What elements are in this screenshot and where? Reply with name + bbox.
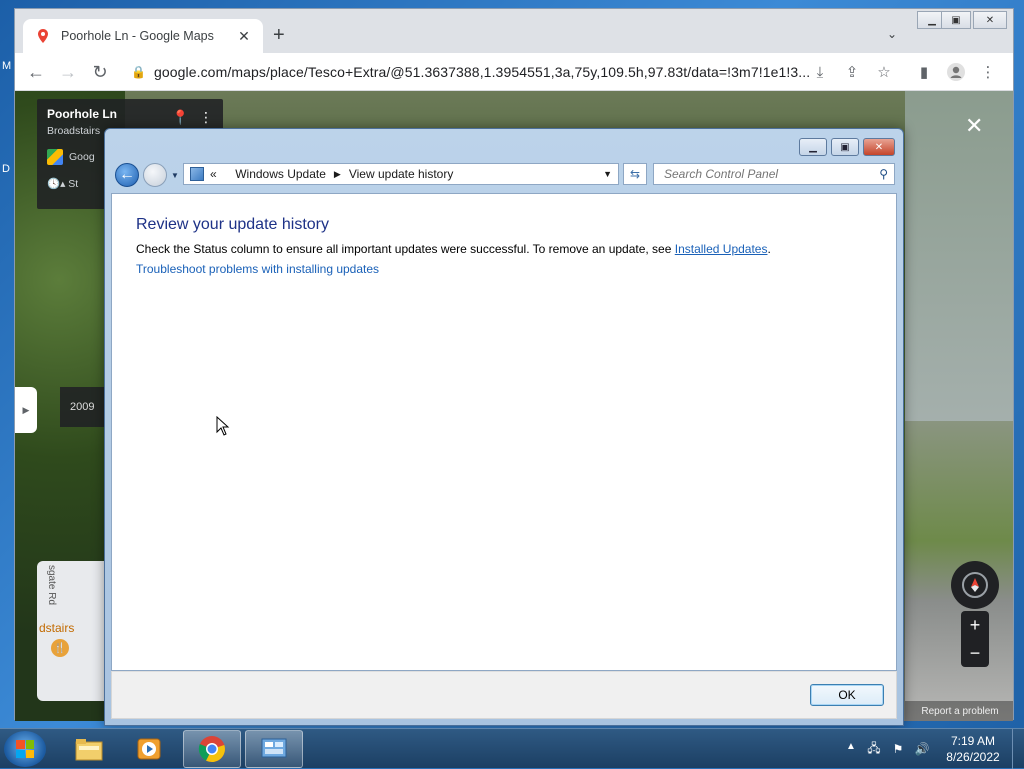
minimap-road-label: sgate Rd — [46, 565, 57, 606]
forward-arrow-icon[interactable]: → — [57, 61, 79, 83]
expand-panel-button[interactable]: ▶ — [15, 387, 37, 433]
media-player-icon — [137, 738, 161, 760]
clock-time: 7:19 AM — [950, 734, 996, 748]
breadcrumb-windows-update[interactable]: Windows Update — [235, 167, 326, 181]
folder-icon — [75, 739, 103, 761]
network-icon[interactable]: 🖧 — [866, 741, 882, 757]
show-hidden-icons-icon[interactable]: ▲ — [846, 741, 856, 752]
menu-kebab-icon[interactable]: ⋮ — [977, 61, 999, 83]
address-bar[interactable]: 🔒 google.com/maps/place/Tesco+Extra/@51.… — [123, 58, 913, 86]
address-dropdown-icon[interactable]: ▼ — [603, 169, 612, 179]
chrome-taskbar-button[interactable] — [183, 730, 241, 768]
system-clock[interactable]: 7:19 AM 8/26/2022 — [940, 733, 1006, 765]
back-arrow-icon[interactable]: ← — [25, 61, 47, 83]
compass-icon[interactable] — [951, 561, 999, 609]
mouse-cursor-icon — [216, 416, 230, 436]
location-pin-icon[interactable]: 📍 — [172, 109, 189, 126]
side-panel-icon[interactable]: ▮ — [913, 61, 935, 83]
search-input[interactable] — [662, 166, 862, 182]
tab-search-chevron-icon[interactable]: ⌄ — [887, 27, 897, 41]
chrome-icon — [198, 736, 225, 763]
google-maps-pin-icon — [38, 29, 48, 43]
new-tab-button[interactable]: + — [273, 25, 285, 45]
tab-google-maps[interactable]: Poorhole Ln - Google Maps ✕ — [23, 19, 263, 53]
lock-icon: 🔒 — [131, 65, 146, 79]
control-panel-taskbar-button[interactable] — [245, 730, 303, 768]
install-app-icon[interactable]: ⤓ — [809, 61, 831, 83]
report-problem-link[interactable]: Report a problem — [905, 701, 1013, 721]
taskbar: ▲ 🖧 ⚑ 🔊 7:19 AM 8/26/2022 — [0, 728, 1024, 769]
description: Check the Status column to ensure all im… — [136, 242, 771, 256]
zoom-controls: + − — [961, 611, 989, 667]
wu-maximize-button[interactable]: ▣ — [831, 138, 859, 156]
breadcrumb[interactable]: « Windows Update ▶ View update history ▼ — [183, 163, 619, 185]
url-text[interactable]: google.com/maps/place/Tesco+Extra/@51.36… — [154, 64, 810, 80]
history-clock-icon: 🕓▴ — [47, 178, 69, 190]
recent-pages-chevron-icon[interactable]: ▼ — [171, 171, 179, 180]
volume-icon[interactable]: 🔊 — [914, 741, 930, 757]
zoom-out-button[interactable]: − — [970, 643, 981, 664]
breadcrumb-view-update-history[interactable]: View update history — [349, 167, 454, 181]
close-window-button[interactable]: ✕ — [973, 11, 1007, 29]
ok-button[interactable]: OK — [810, 684, 884, 706]
installed-updates-link[interactable]: Installed Updates — [675, 242, 768, 256]
action-center-flag-icon[interactable]: ⚑ — [890, 741, 906, 757]
dialog-footer: OK — [111, 671, 897, 719]
back-arrow-icon[interactable]: ← — [115, 163, 139, 187]
desktop-icon-label-d: D — [2, 163, 10, 175]
search-icon[interactable]: ⚲ — [879, 167, 888, 181]
desktop-icon-label-m: M — [2, 60, 12, 72]
restaurant-pin-icon: 🍴 — [51, 639, 69, 657]
more-options-icon[interactable]: ⋮ — [199, 109, 213, 126]
control-panel-icon — [261, 738, 287, 758]
streetview-close-icon[interactable]: ✕ — [965, 113, 983, 139]
explorer-taskbar-button[interactable] — [60, 730, 118, 768]
search-box[interactable]: ⚲ — [653, 163, 895, 185]
forward-arrow-icon[interactable] — [143, 163, 167, 187]
google-maps-logo-icon — [47, 149, 63, 165]
breadcrumb-separator-icon — [225, 169, 228, 179]
zoom-in-button[interactable]: + — [970, 615, 981, 636]
control-panel-icon — [190, 167, 204, 181]
share-icon[interactable]: ⇪ — [841, 61, 863, 83]
browser-toolbar: ← → ↻ 🔒 google.com/maps/place/Tesco+Extr… — [15, 53, 1013, 91]
tab-close-icon[interactable]: ✕ — [235, 28, 253, 45]
page-title: Review your update history — [136, 216, 329, 233]
windows-logo-icon — [16, 740, 34, 758]
reload-icon[interactable]: ↻ — [89, 61, 111, 83]
profile-avatar-icon[interactable] — [945, 61, 967, 83]
minimap-town-label: dstairs — [39, 621, 75, 635]
wu-close-button[interactable]: ✕ — [863, 138, 895, 156]
tab-strip: Poorhole Ln - Google Maps ✕ + ⌄ ▁ ▣ ✕ — [15, 9, 1013, 53]
breadcrumb-separator-icon[interactable]: ▶ — [334, 169, 341, 180]
breadcrumb-overflow[interactable]: « — [210, 167, 217, 181]
bookmark-star-icon[interactable]: ☆ — [873, 61, 895, 83]
show-desktop-button[interactable] — [1012, 729, 1024, 769]
start-button[interactable] — [4, 731, 46, 767]
tab-title: Poorhole Ln - Google Maps — [61, 29, 214, 43]
troubleshoot-link[interactable]: Troubleshoot problems with installing up… — [136, 262, 379, 276]
refresh-icon[interactable]: ⇆ — [623, 163, 647, 185]
wu-minimize-button[interactable]: ▁ — [799, 138, 827, 156]
clock-date: 8/26/2022 — [946, 750, 1000, 764]
restore-button[interactable]: ▣ — [941, 11, 971, 29]
media-player-taskbar-button[interactable] — [120, 730, 178, 768]
